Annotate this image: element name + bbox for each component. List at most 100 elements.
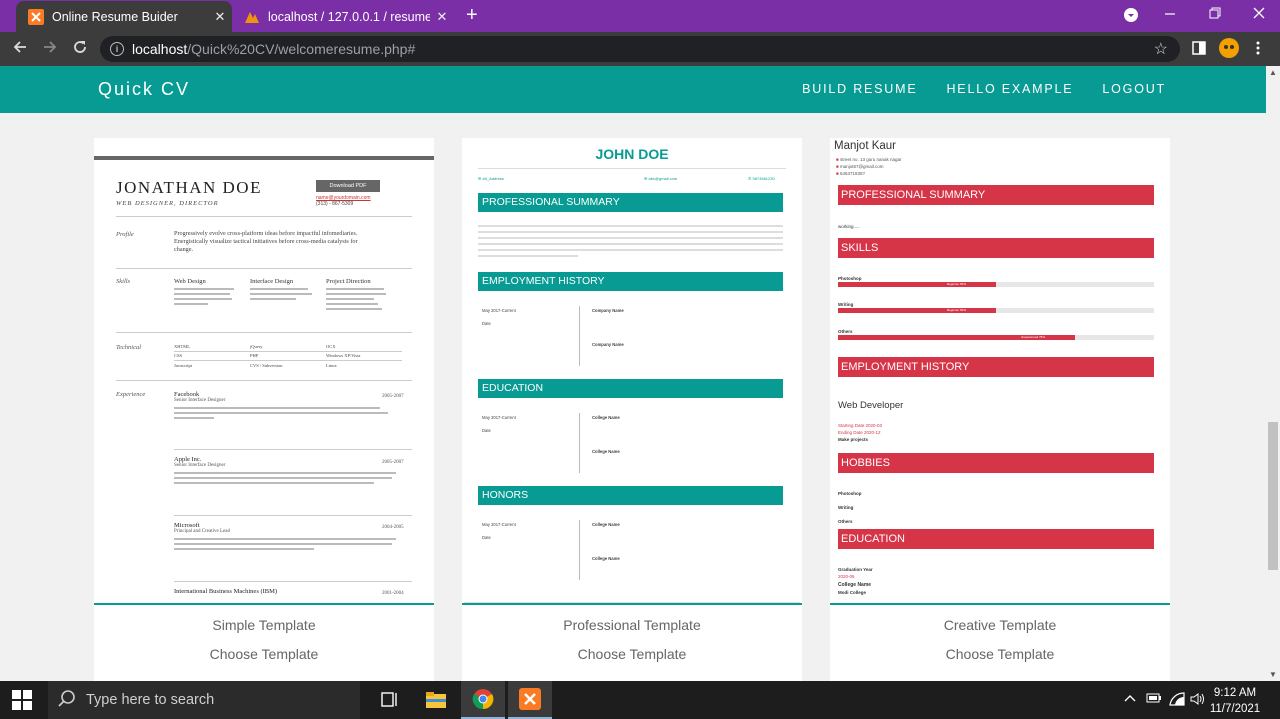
close-tab-icon[interactable]: ✕: [430, 9, 454, 25]
profile-menu-icon[interactable]: [1124, 8, 1138, 25]
file-explorer-icon[interactable]: [414, 681, 458, 719]
simple-template-preview[interactable]: JONATHAN DOE WEB DESIGNER, DIRECTOR Down…: [94, 138, 434, 605]
reload-icon[interactable]: [72, 39, 88, 60]
nav-logout[interactable]: LOGOUT: [1102, 82, 1166, 96]
section-label-experience: Experience: [116, 391, 146, 398]
divider: [579, 520, 580, 580]
url-field[interactable]: i localhost/Quick%20CV/welcomeresume.php…: [100, 36, 1180, 62]
tech-item: Linux: [326, 363, 337, 368]
taskbar-clock[interactable]: 9:12 AM 11/7/2021: [1207, 685, 1263, 717]
task-view-icon[interactable]: [368, 681, 412, 719]
section-header: SKILLS: [838, 238, 1154, 258]
divider: [579, 413, 580, 473]
email-text: manjot67@gmail.com: [839, 164, 884, 169]
close-window-icon[interactable]: [1252, 6, 1266, 23]
search-icon: [58, 689, 76, 711]
tab-phpmyadmin[interactable]: localhost / 127.0.0.1 / resume / c ✕: [232, 1, 454, 32]
scrollbar-thumb[interactable]: [1268, 422, 1278, 570]
resume-subtitle: WEB DESIGNER, DIRECTOR: [116, 200, 219, 207]
skill-bar-fill: Experienced 75%: [838, 335, 1075, 340]
back-arrow-icon[interactable]: [12, 39, 28, 60]
job-title: Web Developer: [838, 400, 904, 411]
scroll-up-icon[interactable]: ▲: [1269, 68, 1277, 77]
graduation-year: 2020-06: [838, 574, 855, 579]
resume-phone: ■ 646371835?: [836, 171, 865, 176]
skill-column: Web Design: [174, 278, 238, 305]
chrome-icon[interactable]: [461, 681, 505, 719]
choose-template-button[interactable]: Choose Template: [830, 646, 1170, 662]
url-host: localhost: [132, 41, 188, 57]
skill-name: Others: [838, 329, 853, 334]
minimize-icon[interactable]: [1164, 6, 1176, 23]
experience-dates: 2005-2007: [382, 394, 404, 399]
battery-icon[interactable]: [1146, 692, 1162, 707]
date-text: May 2017-Current: [482, 415, 516, 420]
kebab-menu-icon[interactable]: [1256, 41, 1260, 60]
divider: [94, 156, 434, 160]
nav-build-resume[interactable]: BUILD RESUME: [802, 82, 917, 96]
role-title: Senior Interface Designer: [174, 398, 226, 403]
resume-address: ■ street no. 13 guru nanak nagar: [836, 157, 902, 162]
volume-icon[interactable]: [1190, 692, 1206, 709]
page-scrollbar[interactable]: ▲ ▼: [1266, 66, 1280, 681]
xampp-taskbar-icon[interactable]: [508, 681, 552, 719]
close-tab-icon[interactable]: ✕: [208, 9, 232, 25]
tech-item: CSS: [174, 353, 183, 358]
company-name: Facebook: [174, 391, 200, 398]
contact-phone: ✆ 9874561230: [748, 176, 775, 181]
nav-hello-user[interactable]: HELLO EXAMPLE: [946, 82, 1073, 96]
professional-template-preview[interactable]: JOHN DOE ✉ ##_Address ✉ abc@gmail.com ✆ …: [462, 138, 802, 605]
divider: [174, 581, 412, 582]
tab-online-resume-builder[interactable]: Online Resume Buider ✕: [16, 1, 232, 32]
tab-title: localhost / 127.0.0.1 / resume / c: [268, 9, 430, 24]
avatar[interactable]: [1219, 38, 1239, 63]
choose-template-button[interactable]: Choose Template: [462, 646, 802, 662]
skill-title: Project Direction: [326, 278, 371, 285]
resume-email: ■ manjot67@gmail.com: [836, 164, 884, 169]
nav-links: BUILD RESUME HELLO EXAMPLE LOGOUT: [802, 82, 1166, 96]
template-card-professional: JOHN DOE ✉ ##_Address ✉ abc@gmail.com ✆ …: [462, 138, 802, 681]
phone-text: 646371835?: [839, 171, 865, 176]
section-header: EDUCATION: [478, 379, 783, 398]
clock-time: 9:12 AM: [1213, 687, 1257, 699]
taskbar-search-input[interactable]: Type here to search: [48, 681, 360, 719]
divider: [116, 332, 412, 333]
skill-bar: Beginner 50%: [838, 308, 1154, 313]
windows-taskbar: Type here to search 9:12 AM 11/7/2021: [0, 681, 1280, 719]
template-card-creative: Manjot Kaur ■ street no. 13 guru nanak n…: [830, 138, 1170, 681]
xampp-icon: [28, 8, 44, 25]
show-hidden-icons-icon[interactable]: [1124, 692, 1136, 707]
tech-item: CVS / Subversion: [250, 363, 283, 368]
scroll-down-icon[interactable]: ▼: [1269, 670, 1277, 679]
tech-item: Windows XP/Vista: [326, 353, 361, 358]
reading-list-icon[interactable]: [1192, 41, 1206, 60]
role-title: Principal and Creative Lead: [174, 529, 230, 534]
windows-start-icon[interactable]: [12, 690, 32, 715]
tab-title: Online Resume Buider: [52, 9, 178, 24]
site-brand[interactable]: Quick CV: [98, 79, 190, 100]
section-header: PROFESSIONAL SUMMARY: [838, 185, 1154, 205]
forward-arrow-icon[interactable]: [42, 39, 58, 60]
college-label: College Name: [838, 582, 872, 588]
wifi-icon[interactable]: [1169, 692, 1185, 709]
summary-text: working.....: [838, 224, 860, 229]
skill-name: Photoshop: [838, 276, 862, 281]
college-name: College Name: [592, 522, 620, 527]
site-info-icon[interactable]: i: [110, 42, 124, 56]
divider: [579, 306, 580, 366]
tech-item: Javascript: [174, 363, 192, 368]
divider: [116, 268, 412, 269]
graduation-label: Graduation Year: [838, 567, 873, 572]
text-line: [478, 225, 783, 227]
choose-template-button[interactable]: Choose Template: [94, 646, 434, 662]
text-line: [478, 255, 578, 257]
address-bar-row: i localhost/Quick%20CV/welcomeresume.php…: [0, 32, 1280, 66]
bookmark-star-icon[interactable]: ☆: [1154, 39, 1168, 59]
creative-template-preview[interactable]: Manjot Kaur ■ street no. 13 guru nanak n…: [830, 138, 1170, 605]
address-text: street no. 13 guru nanak nagar: [839, 157, 902, 162]
download-pdf-label: Download PDF: [316, 180, 380, 192]
restore-icon[interactable]: [1209, 6, 1221, 23]
company-name: Company Name: [592, 308, 624, 313]
start-date: Starting Date 2020-03: [838, 423, 883, 428]
new-tab-button[interactable]: +: [466, 4, 478, 27]
